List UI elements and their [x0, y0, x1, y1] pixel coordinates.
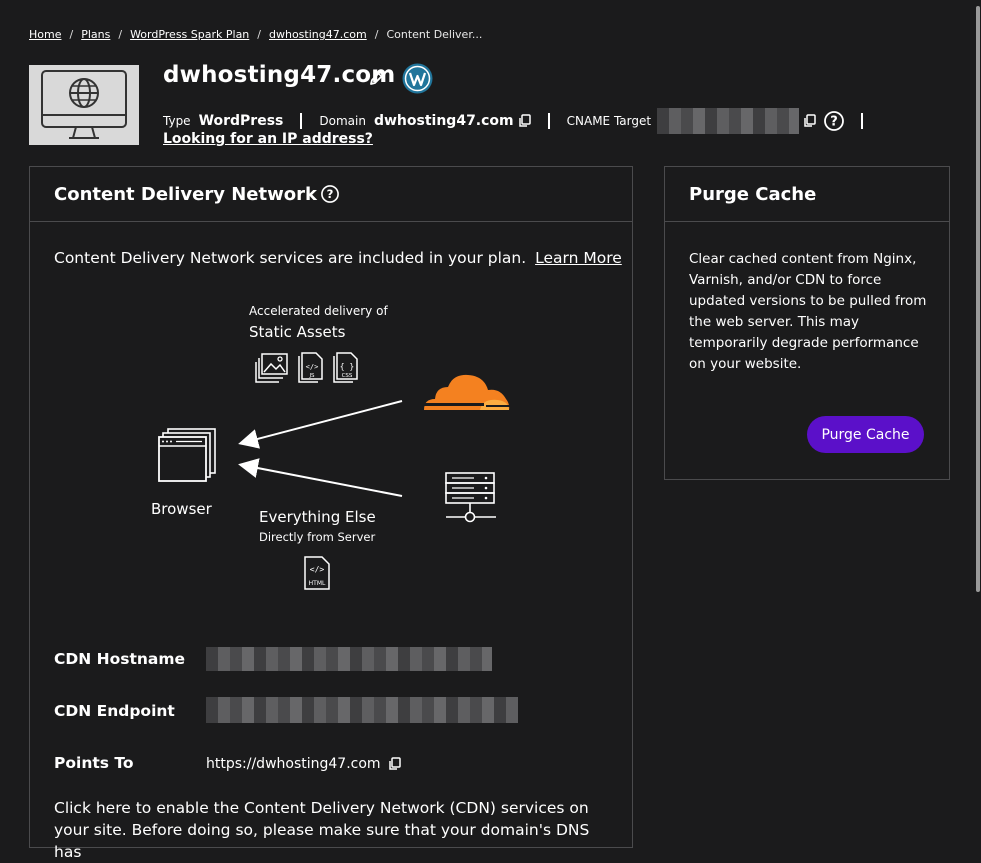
breadcrumb-plan-link[interactable]: WordPress Spark Plan — [130, 28, 249, 41]
points-to-url: https://dwhosting47.com — [206, 756, 381, 772]
svg-text:?: ? — [327, 187, 334, 201]
svg-text:</>: </> — [310, 565, 325, 574]
purge-cache-title: Purge Cache — [689, 183, 817, 205]
js-label: JS — [308, 373, 315, 379]
accelerated-delivery-label: Accelerated delivery of — [249, 304, 388, 318]
cdn-hostname-value-redacted — [206, 647, 492, 671]
copy-icon[interactable] — [518, 114, 531, 128]
domain-value: dwhosting47.com — [373, 113, 514, 129]
type-value: WordPress — [198, 113, 284, 129]
ip-address-link[interactable]: Looking for an IP address? — [163, 131, 373, 147]
learn-more-link[interactable]: Learn More — [535, 249, 622, 267]
browser-window-icon — [158, 428, 216, 482]
scrollbar-thumb[interactable] — [976, 6, 980, 592]
cdn-endpoint-label: CDN Endpoint — [54, 702, 175, 720]
html-file-icon: </> HTML — [304, 556, 330, 590]
directly-from-server-label: Directly from Server — [259, 530, 376, 544]
copy-icon[interactable] — [388, 757, 401, 771]
everything-else-label: Everything Else — [259, 508, 376, 526]
svg-text:?: ? — [830, 115, 838, 130]
svg-text:{ }: { } — [340, 362, 354, 371]
site-thumbnail — [29, 65, 139, 145]
breadcrumb-separator: / — [374, 28, 379, 41]
cdn-intro-text: Content Delivery Network services are in… — [54, 249, 527, 267]
browser-label: Browser — [151, 500, 212, 518]
breadcrumb-site-link[interactable]: dwhosting47.com — [269, 28, 367, 41]
cname-label: CNAME Target — [566, 114, 652, 128]
domain-label: Domain — [319, 114, 366, 128]
cdn-panel: Content Delivery Network ? Content Deliv… — [29, 166, 633, 861]
points-to-value: https://dwhosting47.com — [206, 756, 401, 772]
cdn-hostname-label: CDN Hostname — [54, 650, 186, 668]
cdn-intro: Content Delivery Network services are in… — [54, 249, 622, 267]
site-title: dwhosting47.com — [163, 62, 396, 88]
cloudflare-cloud-icon — [422, 374, 510, 410]
css-label: CSS — [342, 373, 353, 379]
purge-cache-description: Clear cached content from Nginx, Varnish… — [689, 251, 927, 372]
copy-icon[interactable] — [803, 114, 816, 128]
help-icon[interactable]: ? — [824, 111, 844, 131]
divider — [861, 113, 864, 129]
cdn-panel-header: Content Delivery Network ? — [30, 167, 632, 222]
wordpress-logo-icon — [402, 63, 433, 98]
cname-value-redacted — [657, 108, 800, 134]
breadcrumb-separator: / — [257, 28, 261, 41]
help-icon[interactable]: ? — [321, 185, 339, 203]
breadcrumb-current: Content Deliver... — [386, 28, 483, 41]
breadcrumb-plans-link[interactable]: Plans — [81, 28, 110, 41]
breadcrumb-separator: / — [69, 28, 74, 41]
divider — [300, 113, 303, 129]
type-label: Type — [163, 114, 191, 128]
edit-pencil-icon[interactable] — [368, 69, 386, 91]
image-file-icon — [255, 353, 288, 383]
divider — [547, 113, 550, 129]
server-icon — [445, 472, 496, 523]
monitor-globe-icon — [41, 70, 127, 139]
purge-cache-header: Purge Cache — [665, 167, 949, 222]
purge-cache-panel: Purge Cache Clear cached content from Ng… — [664, 166, 950, 480]
breadcrumb-home-link[interactable]: Home — [29, 28, 61, 41]
html-label: HTML — [309, 580, 326, 587]
breadcrumb-separator: / — [118, 28, 123, 41]
svg-text:</>: </> — [306, 363, 319, 371]
static-assets-label: Static Assets — [249, 323, 346, 341]
cdn-diagram: Accelerated delivery of Static Assets </… — [30, 291, 632, 611]
points-to-label: Points To — [54, 754, 134, 772]
css-file-icon: { } CSS — [333, 352, 358, 383]
breadcrumb: Home / Plans / WordPress Spark Plan / dwhostin… — [29, 28, 482, 41]
enable-cdn-text: Click here to enable the Content Deliver… — [54, 799, 590, 861]
cdn-endpoint-value-redacted — [206, 697, 518, 723]
cdn-panel-title: Content Delivery Network — [54, 183, 317, 205]
purge-cache-button[interactable]: Purge Cache — [807, 416, 924, 453]
delivery-arrows — [238, 400, 403, 497]
js-file-icon: </> JS — [298, 352, 323, 383]
